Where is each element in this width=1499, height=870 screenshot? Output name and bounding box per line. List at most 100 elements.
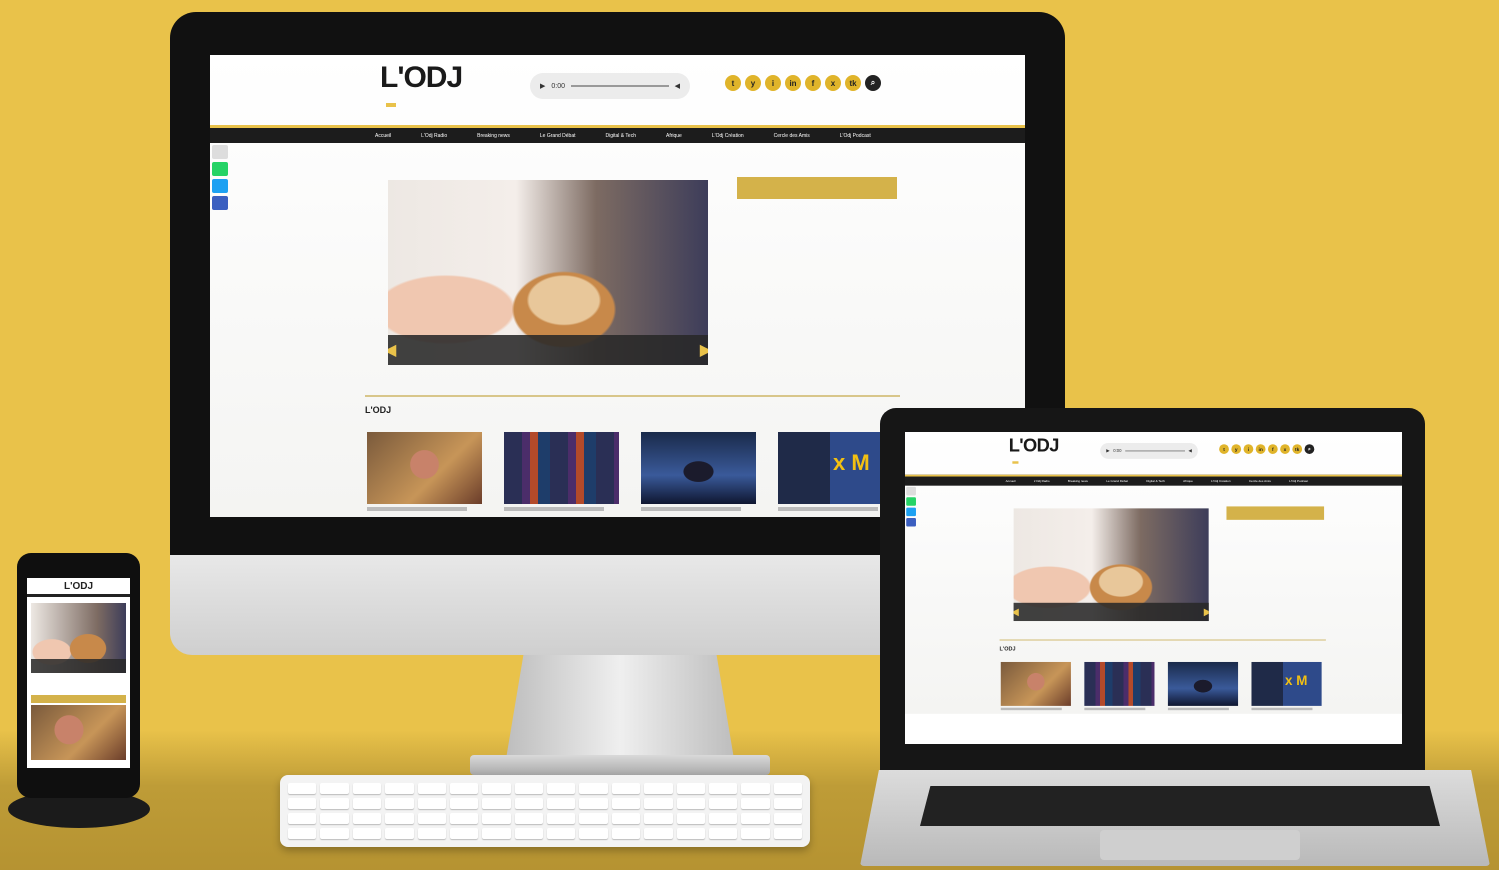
mobile-thumbnail[interactable]	[31, 705, 126, 760]
linkedin-icon[interactable]: in	[1255, 444, 1266, 454]
thumbnail-caption	[1251, 707, 1313, 711]
key	[514, 828, 543, 839]
latest-news-sidebar	[737, 177, 897, 199]
thumbnail-card[interactable]	[504, 432, 619, 511]
share-bar	[906, 486, 916, 528]
twitter-icon[interactable]: t	[1219, 444, 1229, 454]
volume-icon[interactable]: ◀	[675, 82, 680, 90]
thumbnail-card[interactable]	[367, 432, 482, 511]
messenger-share-icon[interactable]	[906, 518, 916, 527]
nav-item[interactable]: Le Grand Débat	[1106, 479, 1128, 483]
radio-player[interactable]: ▶ 0:00 ◀	[1100, 442, 1198, 459]
nav-item[interactable]: L'Odj Radio	[421, 133, 447, 139]
keyboard	[280, 775, 810, 847]
nav-item[interactable]: Breaking news	[477, 133, 510, 139]
facebook-icon[interactable]: f	[805, 75, 821, 91]
video-thumbnails	[367, 432, 893, 511]
slider-next-icon[interactable]: ▶	[700, 340, 708, 360]
nav-item[interactable]: Accueil	[375, 133, 391, 139]
key	[417, 828, 446, 839]
facebook-icon[interactable]: f	[1267, 444, 1278, 454]
key	[708, 828, 738, 839]
mobile-hero[interactable]	[31, 603, 126, 673]
whatsapp-share-icon[interactable]	[212, 162, 228, 176]
nav-item[interactable]: Afrique	[666, 133, 682, 139]
thumbnail-image	[1167, 661, 1239, 706]
slider-prev-icon[interactable]: ◀	[388, 340, 396, 360]
phone-screen: L'ODJ	[27, 578, 130, 768]
linkedin-icon[interactable]: in	[785, 75, 801, 91]
slider-next-icon[interactable]: ▶	[1204, 606, 1209, 618]
play-icon[interactable]: ▶	[540, 82, 545, 90]
thumbnail-card[interactable]	[1000, 661, 1071, 711]
twitter-share-icon[interactable]	[212, 179, 228, 193]
key	[741, 798, 770, 809]
hero-slider[interactable]: ◀ ▶	[388, 180, 708, 365]
slider-prev-icon[interactable]: ◀	[1014, 606, 1019, 618]
nav-item[interactable]: Afrique	[1183, 479, 1193, 483]
mobile-logo[interactable]: L'ODJ	[27, 578, 130, 592]
play-icon[interactable]: ▶	[1106, 448, 1109, 453]
nav-item[interactable]: Accueil	[1006, 479, 1016, 483]
latest-news-sidebar	[1226, 506, 1325, 520]
nav-item[interactable]: Cercle des Amis	[1249, 479, 1271, 483]
thumbnail-card[interactable]	[1084, 661, 1155, 711]
thumbnail-caption	[504, 507, 604, 511]
nav-item[interactable]: L'Odj Radio	[1034, 479, 1050, 483]
site-logo[interactable]: L'ODJ	[380, 61, 463, 95]
nav-item[interactable]: Breaking news	[1068, 479, 1088, 483]
player-progress[interactable]	[571, 85, 669, 87]
key	[644, 798, 673, 809]
mobile-hero-caption	[31, 659, 126, 673]
nav-item[interactable]: Digital & Tech	[606, 133, 636, 139]
key	[708, 813, 738, 824]
search-icon[interactable]: ⌕	[1304, 444, 1315, 454]
instagram-icon[interactable]: i	[1243, 444, 1254, 454]
mobile-nav[interactable]	[27, 594, 130, 597]
thumbnail-caption	[1167, 707, 1229, 711]
site-header: L'ODJ ▶ 0:00 ◀ t y i in f x tk ⌕	[905, 432, 1402, 475]
youtube-icon[interactable]: y	[745, 75, 761, 91]
messenger-share-icon[interactable]	[212, 196, 228, 210]
volume-icon[interactable]: ◀	[1188, 448, 1191, 453]
nav-item[interactable]: Cercle des Amis	[774, 133, 810, 139]
nav-item[interactable]: Le Grand Débat	[540, 133, 576, 139]
whatsapp-share-icon[interactable]	[906, 497, 916, 506]
nav-item[interactable]: L'Odj Création	[1211, 479, 1230, 483]
player-progress[interactable]	[1125, 450, 1185, 452]
tiktok-icon[interactable]: tk	[845, 75, 861, 91]
key	[320, 798, 349, 809]
key	[773, 813, 802, 824]
thumbnail-card[interactable]	[641, 432, 756, 511]
twitter-icon[interactable]: t	[725, 75, 741, 91]
instagram-icon[interactable]: i	[765, 75, 781, 91]
key	[288, 813, 317, 824]
x-icon[interactable]: x	[825, 75, 841, 91]
nav-item[interactable]: L'Odj Podcast	[840, 133, 871, 139]
key	[352, 828, 382, 839]
nav-item[interactable]: Digital & Tech	[1146, 479, 1165, 483]
thumbnail-card[interactable]	[1251, 661, 1322, 711]
key	[482, 783, 511, 794]
share-bar	[212, 145, 228, 213]
youtube-icon[interactable]: y	[1231, 444, 1242, 454]
key	[644, 813, 673, 824]
key	[708, 798, 738, 809]
tiktok-icon[interactable]: tk	[1292, 444, 1303, 454]
key	[482, 813, 511, 824]
site-logo[interactable]: L'ODJ	[1009, 436, 1060, 457]
thumbnail-card[interactable]	[778, 432, 893, 511]
nav-item[interactable]: L'Odj Podcast	[1289, 479, 1308, 483]
radio-player[interactable]: ▶ 0:00 ◀	[530, 73, 690, 99]
site-header: L'ODJ ▶ 0:00 ◀ t y i in f x tk ⌕	[210, 55, 1025, 125]
hero-slider[interactable]: ◀ ▶	[1013, 508, 1209, 622]
thumbnail-card[interactable]	[1167, 661, 1239, 711]
search-icon[interactable]: ⌕	[865, 75, 881, 91]
key	[449, 828, 479, 839]
section-title: L'ODJ	[365, 405, 392, 415]
player-time: 0:00	[1113, 448, 1122, 454]
key	[579, 828, 608, 839]
twitter-share-icon[interactable]	[906, 507, 916, 517]
x-icon[interactable]: x	[1280, 444, 1290, 454]
nav-item[interactable]: L'Odj Création	[712, 133, 744, 139]
